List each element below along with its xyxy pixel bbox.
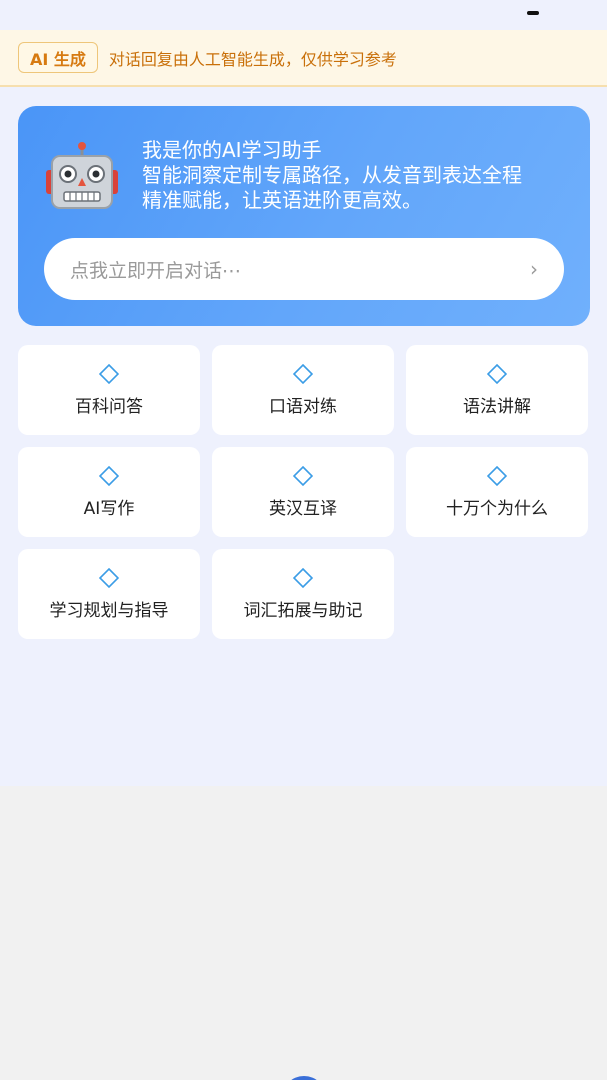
start-chat-placeholder: 点我立即开启对话⋯ — [70, 259, 242, 282]
feature-card-why[interactable]: 十万个为什么 — [406, 447, 588, 537]
feature-label: 英汉互译 — [269, 498, 337, 519]
app-root: AI 生成 对话回复由人工智能生成，仅供学习参考 我是你的AI学习助手 智能洞察… — [0, 0, 607, 1080]
diamond-icon — [487, 465, 507, 486]
diamond-icon — [99, 567, 119, 588]
feature-label: 语法讲解 — [463, 396, 531, 417]
diamond-icon — [99, 363, 119, 384]
feature-grid: 百科问答 口语对练 语法讲解 AI写作 英汉互译 十万个为什么 学习规划与指导 … — [18, 345, 590, 639]
diamond-icon — [293, 363, 313, 384]
ai-notice-bar: AI 生成 对话回复由人工智能生成，仅供学习参考 — [0, 30, 607, 87]
chevron-right-icon: › — [530, 257, 538, 281]
robot-icon — [46, 142, 118, 209]
feature-card-vocabulary[interactable]: 词汇拓展与助记 — [212, 549, 394, 639]
ai-notice-text: 对话回复由人工智能生成，仅供学习参考 — [108, 49, 397, 69]
assistant-desc-line1: 智能洞察定制专属路径，从发音到表达全程 — [142, 163, 522, 187]
assistant-intro: 我是你的AI学习助手 智能洞察定制专属路径，从发音到表达全程 精准赋能，让英语进… — [142, 138, 572, 213]
feature-card-study-plan[interactable]: 学习规划与指导 — [18, 549, 200, 639]
feature-label: 百科问答 — [75, 396, 143, 417]
status-bar — [0, 0, 607, 30]
feature-card-grammar[interactable]: 语法讲解 — [406, 345, 588, 435]
assistant-desc-line2: 精准赋能，让英语进阶更高效。 — [142, 188, 422, 212]
status-indicator — [527, 11, 539, 15]
feature-card-encyclopedia[interactable]: 百科问答 — [18, 345, 200, 435]
feature-label: AI写作 — [83, 498, 135, 519]
assistant-title: 我是你的AI学习助手 — [142, 138, 322, 162]
feature-card-translation[interactable]: 英汉互译 — [212, 447, 394, 537]
diamond-icon — [487, 363, 507, 384]
start-chat-button[interactable]: 点我立即开启对话⋯ › — [44, 238, 564, 300]
feature-card-speaking[interactable]: 口语对练 — [212, 345, 394, 435]
ai-generated-badge: AI 生成 — [18, 42, 98, 73]
assistant-hero-card: 我是你的AI学习助手 智能洞察定制专属路径，从发音到表达全程 精准赋能，让英语进… — [18, 106, 590, 326]
diamond-icon — [293, 465, 313, 486]
feature-label: 词汇拓展与助记 — [243, 600, 363, 621]
feature-label: 口语对练 — [269, 396, 337, 417]
diamond-icon — [293, 567, 313, 588]
feature-card-writing[interactable]: AI写作 — [18, 447, 200, 537]
diamond-icon — [99, 465, 119, 486]
bottom-action-button[interactable] — [282, 1076, 326, 1080]
feature-label: 十万个为什么 — [446, 498, 548, 519]
feature-label: 学习规划与指导 — [49, 600, 169, 621]
content-area: AI 生成 对话回复由人工智能生成，仅供学习参考 我是你的AI学习助手 智能洞察… — [0, 0, 607, 786]
